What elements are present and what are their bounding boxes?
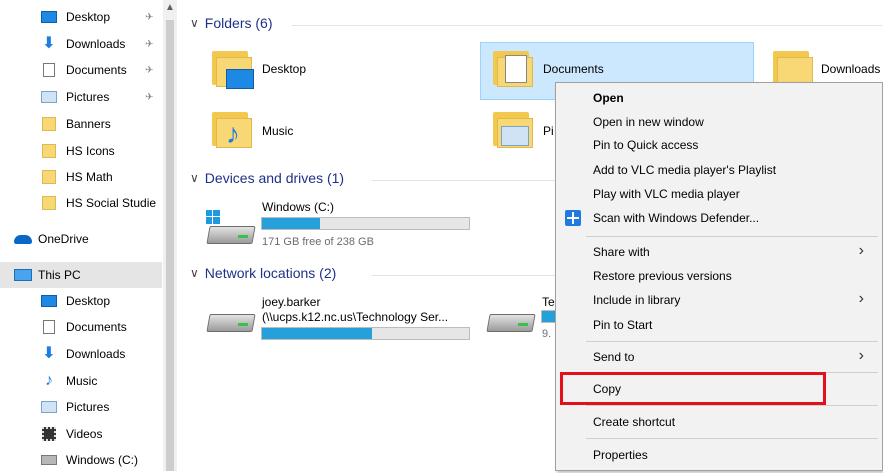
documents-icon — [40, 62, 58, 78]
copy-highlight-box — [560, 372, 826, 405]
network-drive-icon — [486, 304, 536, 334]
downloads-icon: ⬇ — [42, 345, 56, 362]
chevron-down-icon: ∨ — [190, 171, 199, 185]
folders-section-header[interactable]: ∨ Folders (6) — [190, 15, 272, 31]
folder-icon — [40, 143, 58, 159]
folder-icon — [40, 116, 58, 132]
this-pc-icon — [14, 267, 32, 283]
nav-this-pc[interactable]: This PC — [0, 262, 162, 288]
videos-icon — [40, 426, 58, 442]
chevron-right-icon: › — [858, 347, 864, 364]
scroll-up-arrow-icon[interactable]: ▲ — [165, 2, 175, 13]
menu-item-share-with[interactable]: Share with › — [556, 241, 883, 263]
menu-separator — [586, 236, 878, 237]
nav-quick-documents[interactable]: Documents ✈ — [0, 57, 162, 83]
menu-item-restore-versions[interactable]: Restore previous versions — [556, 265, 883, 287]
downloads-icon: ⬇ — [42, 35, 56, 52]
navigation-pane: Desktop ✈ ⬇ Downloads ✈ Documents ✈ Pict… — [0, 0, 162, 471]
nav-quick-hs-math[interactable]: HS Math — [0, 164, 162, 190]
menu-item-send-to[interactable]: Send to › — [556, 346, 883, 368]
nav-quick-desktop[interactable]: Desktop ✈ — [0, 4, 162, 30]
folder-downloads-icon — [773, 47, 813, 87]
pin-icon: ✈ — [145, 64, 154, 76]
nav-pc-videos[interactable]: Videos — [0, 421, 162, 447]
menu-item-scan-defender[interactable]: Scan with Windows Defender... — [556, 207, 883, 229]
nav-quick-pictures[interactable]: Pictures ✈ — [0, 84, 162, 110]
menu-item-properties[interactable]: Properties — [556, 444, 883, 466]
documents-icon — [40, 319, 58, 335]
nav-pc-music[interactable]: ♪ Music — [0, 368, 162, 394]
pin-icon: ✈ — [145, 11, 154, 23]
menu-item-open-new-window[interactable]: Open in new window — [556, 111, 883, 133]
network-section-header[interactable]: ∨ Network locations (2) — [190, 265, 336, 281]
network-usage-bar — [261, 327, 470, 340]
chevron-right-icon: › — [858, 242, 864, 259]
nav-pc-downloads[interactable]: ⬇ Downloads — [0, 341, 162, 367]
scrollbar-thumb[interactable] — [166, 20, 174, 471]
folder-icon — [40, 169, 58, 185]
folder-desktop-icon — [212, 47, 254, 89]
menu-separator — [586, 405, 878, 406]
menu-item-create-shortcut[interactable]: Create shortcut — [556, 411, 883, 433]
onedrive-icon — [14, 231, 32, 247]
section-divider — [372, 275, 555, 276]
folder-pictures-icon — [493, 108, 533, 148]
section-divider — [372, 180, 555, 181]
menu-separator — [586, 341, 878, 342]
windows-defender-icon — [565, 210, 581, 226]
pin-icon: ✈ — [145, 91, 154, 103]
nav-pc-windows-c[interactable]: Windows (C:) — [0, 447, 162, 473]
desktop-icon — [40, 9, 58, 25]
context-menu: Open Open in new window Pin to Quick acc… — [555, 82, 883, 471]
devices-section-header[interactable]: ∨ Devices and drives (1) — [190, 170, 344, 186]
music-icon: ♪ — [45, 372, 53, 389]
sidebar-scrollbar[interactable]: ▲ — [163, 0, 177, 471]
drive-usage-bar — [261, 217, 470, 230]
nav-pc-pictures[interactable]: Pictures — [0, 394, 162, 420]
chevron-right-icon: › — [858, 290, 864, 307]
drive-icon — [40, 452, 58, 468]
nav-pc-desktop[interactable]: Desktop — [0, 288, 162, 314]
chevron-down-icon: ∨ — [190, 16, 199, 30]
nav-quick-banners[interactable]: Banners — [0, 111, 162, 137]
pin-icon: ✈ — [145, 38, 154, 50]
folder-icon — [40, 195, 58, 211]
nav-quick-hs-social-studies[interactable]: HS Social Studie — [0, 190, 162, 216]
menu-item-add-vlc-playlist[interactable]: Add to VLC media player's Playlist — [556, 159, 883, 181]
pictures-icon — [40, 399, 58, 415]
menu-item-pin-quick-access[interactable]: Pin to Quick access — [556, 134, 883, 156]
folder-documents-icon — [493, 47, 533, 87]
nav-pc-documents[interactable]: Documents — [0, 314, 162, 340]
menu-separator — [586, 438, 878, 439]
nav-quick-hs-icons[interactable]: HS Icons — [0, 138, 162, 164]
pictures-icon — [40, 89, 58, 105]
section-divider — [292, 25, 882, 26]
folder-music-icon: ♪ — [212, 108, 252, 148]
menu-item-pin-start[interactable]: Pin to Start — [556, 314, 883, 336]
hard-drive-icon — [206, 216, 256, 246]
menu-item-include-library[interactable]: Include in library › — [556, 289, 883, 311]
desktop-icon — [40, 293, 58, 309]
network-drive-icon — [206, 304, 256, 334]
menu-item-open[interactable]: Open — [556, 87, 883, 109]
nav-quick-downloads[interactable]: ⬇ Downloads ✈ — [0, 31, 162, 57]
nav-onedrive[interactable]: OneDrive — [0, 226, 162, 252]
chevron-down-icon: ∨ — [190, 266, 199, 280]
menu-item-play-vlc[interactable]: Play with VLC media player — [556, 183, 883, 205]
